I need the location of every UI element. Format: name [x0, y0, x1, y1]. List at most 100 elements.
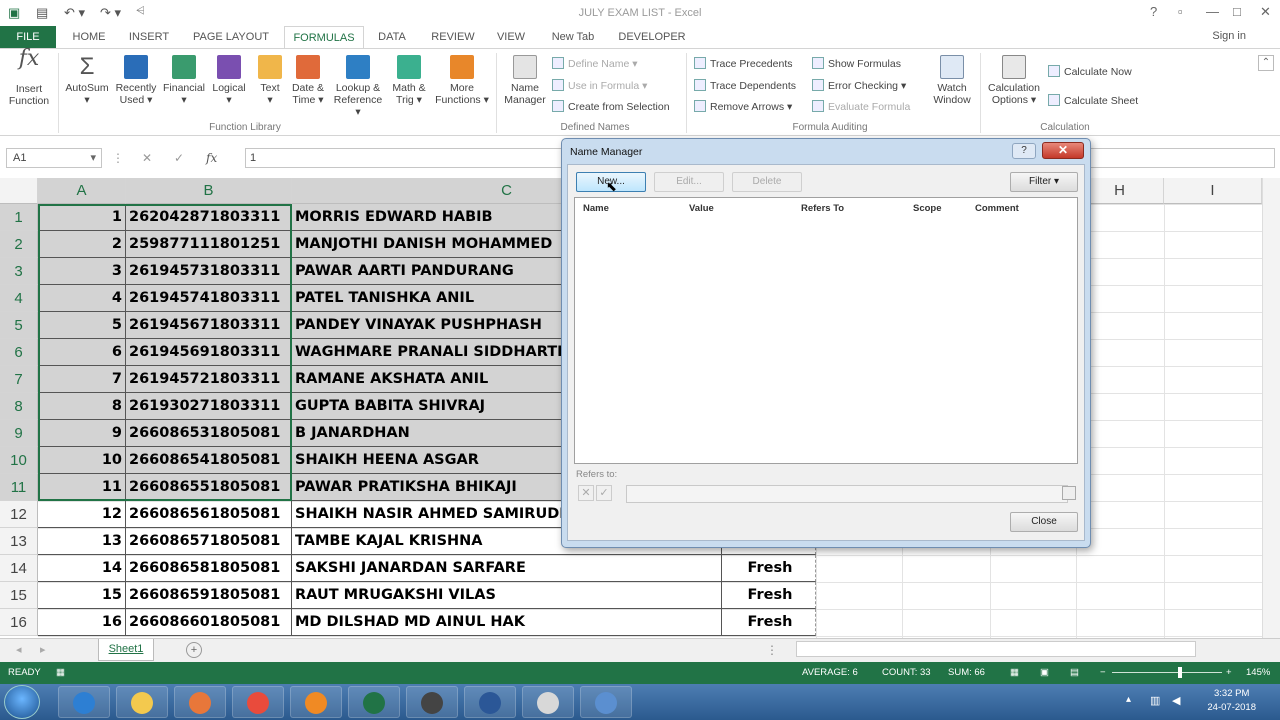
row-header-11[interactable]: 11	[0, 474, 38, 501]
financial-button[interactable]: Financial ▾	[160, 53, 208, 106]
column-header-a[interactable]: A	[38, 178, 126, 204]
macro-record-icon[interactable]: ▦	[56, 667, 65, 678]
zoom-out-button[interactable]: −	[1100, 667, 1106, 678]
cell-a10[interactable]: 10	[38, 447, 126, 474]
row-header-16[interactable]: 16	[0, 609, 38, 636]
cell-b16[interactable]: 266086601805081	[126, 609, 292, 636]
add-sheet-button[interactable]: +	[186, 642, 202, 658]
tab-formulas[interactable]: FORMULAS	[284, 26, 364, 48]
collapse-ribbon-icon[interactable]: ⌃	[1258, 55, 1274, 71]
create-from-selection-button[interactable]: Create from Selection	[552, 100, 670, 113]
network-tray-icon[interactable]: ▥	[1150, 694, 1160, 707]
cell-b7[interactable]: 261945721803311	[126, 366, 292, 393]
sheet-next-icon[interactable]: ▸	[40, 643, 46, 656]
taskbar-camtasia-button[interactable]	[406, 686, 458, 718]
dialog-close-button[interactable]: Close	[1010, 512, 1078, 532]
sheet-prev-icon[interactable]: ◂	[16, 643, 22, 656]
error-checking-button[interactable]: Error Checking ▾	[812, 79, 906, 92]
tray-expand-icon[interactable]: ▴	[1126, 694, 1131, 705]
tab-data[interactable]: DATA	[368, 26, 416, 48]
zoom-in-button[interactable]: +	[1226, 667, 1232, 678]
define-name-button[interactable]: Define Name ▾	[552, 57, 637, 70]
split-handle-icon[interactable]: ⋮	[766, 643, 778, 657]
cell-a7[interactable]: 7	[38, 366, 126, 393]
cell-b11[interactable]: 266086551805081	[126, 474, 292, 501]
row-header-9[interactable]: 9	[0, 420, 38, 447]
remove-arrows-button[interactable]: Remove Arrows ▾	[694, 100, 792, 113]
formula-options-icon[interactable]: ⋮	[112, 151, 124, 165]
cell-b12[interactable]: 266086561805081	[126, 501, 292, 528]
column-header-value[interactable]: Value	[689, 203, 714, 214]
cell-a5[interactable]: 5	[38, 312, 126, 339]
dialog-close-x-button[interactable]: ✕	[1042, 142, 1084, 159]
taskbar-ie-button[interactable]	[58, 686, 110, 718]
name-box-dropdown-icon[interactable]: ▾	[90, 149, 96, 167]
taskbar-network-button[interactable]	[580, 686, 632, 718]
cell-b10[interactable]: 266086541805081	[126, 447, 292, 474]
cell-b8[interactable]: 261930271803311	[126, 393, 292, 420]
cell-b6[interactable]: 261945691803311	[126, 339, 292, 366]
collapse-dialog-icon[interactable]	[1062, 486, 1076, 500]
recently-used-button[interactable]: Recently Used ▾	[112, 53, 160, 106]
cell-c16[interactable]: MD DILSHAD MD AINUL HAK	[292, 609, 722, 636]
tab-home[interactable]: HOME	[62, 26, 116, 48]
normal-view-icon[interactable]: ▦	[1010, 667, 1019, 678]
cell-c14[interactable]: SAKSHI JANARDAN SARFARE	[292, 555, 722, 582]
watch-window-button[interactable]: Watch Window	[928, 53, 976, 106]
column-header-name[interactable]: Name	[583, 203, 609, 214]
row-header-12[interactable]: 12	[0, 501, 38, 528]
cell-b3[interactable]: 261945731803311	[126, 258, 292, 285]
column-header-refers-to[interactable]: Refers To	[801, 203, 844, 214]
cell-a11[interactable]: 11	[38, 474, 126, 501]
tab-insert[interactable]: INSERT	[120, 26, 178, 48]
cell-a8[interactable]: 8	[38, 393, 126, 420]
trace-precedents-button[interactable]: Trace Precedents	[694, 57, 792, 70]
edit-name-button[interactable]: Edit...	[654, 172, 724, 192]
tab-file[interactable]: FILE	[0, 26, 56, 48]
select-all-corner[interactable]	[0, 178, 38, 204]
row-header-6[interactable]: 6	[0, 339, 38, 366]
calculate-now-button[interactable]: Calculate Now	[1048, 65, 1132, 78]
restore-button[interactable]: □	[1233, 4, 1241, 19]
filter-button[interactable]: Filter ▾	[1010, 172, 1078, 192]
show-formulas-button[interactable]: Show Formulas	[812, 57, 901, 70]
taskbar-notepad-button[interactable]	[522, 686, 574, 718]
cell-d16[interactable]: Fresh	[722, 609, 816, 636]
cell-b13[interactable]: 266086571805081	[126, 528, 292, 555]
help-button[interactable]: ?	[1150, 4, 1157, 19]
minimize-button[interactable]: —	[1206, 4, 1219, 19]
logical-button[interactable]: Logical ▾	[206, 53, 252, 106]
date-time-button[interactable]: Date & Time ▾	[286, 53, 330, 106]
cell-b5[interactable]: 261945671803311	[126, 312, 292, 339]
autosum-button[interactable]: Σ AutoSum ▾	[62, 53, 112, 107]
cell-b9[interactable]: 266086531805081	[126, 420, 292, 447]
cell-a3[interactable]: 3	[38, 258, 126, 285]
taskbar-word-button[interactable]	[464, 686, 516, 718]
page-layout-view-icon[interactable]: ▣	[1040, 667, 1049, 678]
row-header-13[interactable]: 13	[0, 528, 38, 555]
cell-c15[interactable]: RAUT MRUGAKSHI VILAS	[292, 582, 722, 609]
names-list[interactable]: Name Value Refers To Scope Comment	[574, 197, 1078, 464]
refers-to-cancel-button[interactable]: ✕	[578, 485, 594, 501]
cell-a1[interactable]: 1	[38, 204, 126, 231]
cell-d15[interactable]: Fresh	[722, 582, 816, 609]
zoom-slider-thumb[interactable]	[1178, 667, 1182, 678]
cell-b14[interactable]: 266086581805081	[126, 555, 292, 582]
horizontal-scrollbar[interactable]	[796, 641, 1196, 657]
insert-function-button[interactable]: fx Insert Function	[4, 48, 54, 108]
ribbon-display-icon[interactable]: ▫	[1178, 4, 1183, 19]
sheet-tab-sheet1[interactable]: Sheet1	[98, 639, 154, 661]
cell-a2[interactable]: 2	[38, 231, 126, 258]
refers-to-confirm-button[interactable]: ✓	[596, 485, 612, 501]
column-header-comment[interactable]: Comment	[975, 203, 1019, 214]
tab-review[interactable]: REVIEW	[424, 26, 482, 48]
taskbar-media-player-button[interactable]	[174, 686, 226, 718]
cell-b4[interactable]: 261945741803311	[126, 285, 292, 312]
delete-name-button[interactable]: Delete	[732, 172, 802, 192]
zoom-slider[interactable]	[1112, 672, 1222, 673]
enter-icon[interactable]: ✓	[174, 151, 184, 165]
lookup-reference-button[interactable]: Lookup & Reference ▾	[330, 53, 386, 118]
cell-a6[interactable]: 6	[38, 339, 126, 366]
column-header-b[interactable]: B	[126, 178, 292, 204]
cancel-icon[interactable]: ✕	[142, 151, 152, 165]
